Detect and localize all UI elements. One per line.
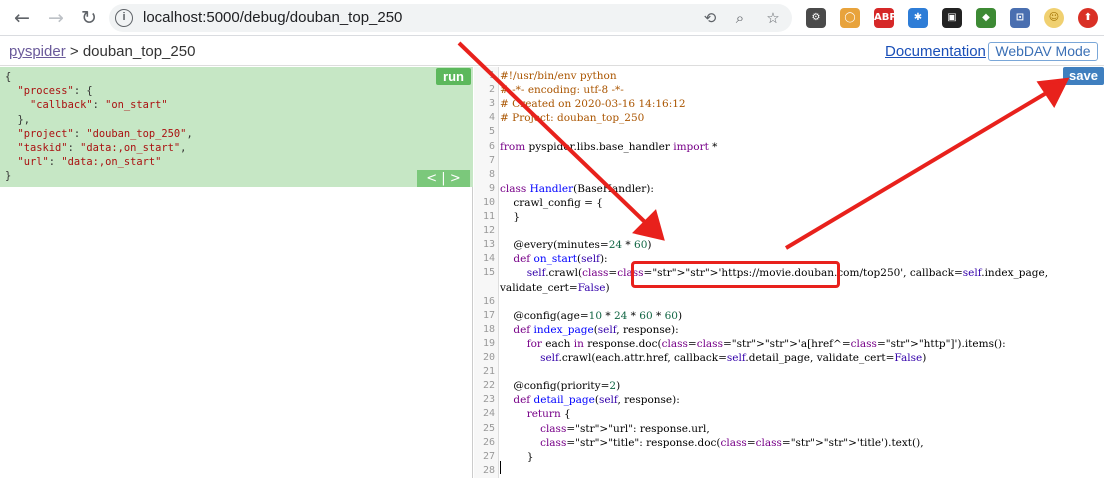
ext-2-icon[interactable]: ◯	[840, 8, 860, 28]
zoom-icon[interactable]: ⌕	[731, 9, 749, 27]
task-json[interactable]: { "process": { "callback": "on_start" },…	[5, 70, 193, 184]
line-number: 13	[482, 239, 495, 251]
forward-icon[interactable]: →	[44, 6, 68, 30]
run-button[interactable]: run	[436, 68, 471, 85]
debug-left-panel: { "process": { "callback": "on_start" },…	[0, 67, 473, 478]
translate-icon[interactable]: ⟲	[701, 9, 719, 27]
line-number: 3	[488, 98, 495, 110]
code-line[interactable]: }	[500, 211, 520, 223]
line-number: 20	[482, 352, 495, 363]
reload-icon[interactable]: ↻	[77, 6, 101, 30]
line-gutter: 1 2 3 4 5 6 7 8 9 10 11 12 13 14 15 16 17 18 19 20 21 22 23 24 2…	[474, 67, 499, 478]
code-line[interactable]: def index_page(self, response):	[500, 324, 678, 336]
line-number: 12	[482, 225, 495, 237]
adblock-icon[interactable]: ABP	[874, 8, 897, 28]
line-number: 28	[482, 464, 495, 476]
line-number: 10	[482, 196, 495, 208]
line-number: 26	[482, 436, 495, 448]
code-line[interactable]: from pyspider.libs.base_handler import *	[500, 141, 717, 153]
back-icon[interactable]: ←	[10, 6, 34, 30]
line-number: 1	[488, 70, 495, 81]
info-icon[interactable]: i	[115, 9, 133, 27]
line-number: 9	[488, 182, 495, 194]
code-line[interactable]: class="str">"title": response.doc(class=…	[500, 437, 924, 449]
line-number: 21	[482, 366, 495, 378]
line-number: 7	[488, 154, 495, 166]
webdav-mode-button[interactable]: WebDAV Mode	[988, 42, 1098, 61]
pyspider-header: pyspider > douban_top_250 Documentation	[0, 37, 1104, 66]
code-line[interactable]: for each in response.doc(class=class="st…	[500, 338, 1006, 350]
update-icon[interactable]: ⬆	[1078, 8, 1098, 28]
ext-1-icon[interactable]: ⚙	[806, 8, 826, 28]
code-line[interactable]: self.crawl(each.attr.href, callback=self…	[500, 352, 926, 364]
line-number: 16	[482, 295, 495, 307]
line-number: 25	[482, 422, 495, 434]
code-line[interactable]: # Project: douban_top_250	[500, 112, 644, 124]
line-number: 8	[488, 168, 495, 180]
line-number: 2	[488, 84, 495, 96]
save-button[interactable]: save	[1063, 67, 1104, 85]
avatar-icon[interactable]: ☺	[1044, 8, 1064, 28]
star-icon[interactable]: ☆	[764, 9, 782, 27]
code-line[interactable]: def on_start(self):	[500, 253, 607, 265]
code-line[interactable]: #!/usr/bin/env python	[500, 70, 617, 82]
task-json-panel[interactable]: { "process": { "callback": "on_start" },…	[0, 67, 473, 187]
code-line[interactable]: return {	[500, 408, 571, 420]
url-highlight-box	[631, 261, 840, 288]
line-number: 14	[482, 253, 495, 265]
pyspider-home-link[interactable]: pyspider	[9, 43, 66, 60]
address-url[interactable]: localhost:5000/debug/douban_top_250	[143, 9, 402, 26]
code-line[interactable]: def detail_page(self, response):	[500, 394, 679, 406]
code-line[interactable]: validate_cert=False)	[500, 282, 610, 294]
documentation-link[interactable]: Documentation	[885, 43, 986, 60]
line-number: 19	[482, 337, 495, 349]
line-number: 17	[482, 309, 495, 321]
line-number: 27	[482, 450, 495, 462]
breadcrumb-separator: >	[69, 43, 79, 60]
line-number: 6	[488, 140, 495, 152]
line-number: 11	[482, 211, 495, 222]
ext-6-icon[interactable]: ◆	[976, 8, 996, 28]
browser-toolbar: ← → ↻ i localhost:5000/debug/douban_top_…	[0, 0, 1104, 36]
line-number: 15	[482, 267, 495, 279]
text-cursor	[500, 461, 501, 474]
code-line[interactable]: class="str">"url": response.url,	[500, 423, 710, 435]
ext-5-icon[interactable]: ▣	[942, 8, 962, 28]
code-line[interactable]: }	[500, 451, 534, 463]
address-bar[interactable]: i localhost:5000/debug/douban_top_250 ⟲ …	[109, 4, 792, 32]
ext-7-icon[interactable]: ⊡	[1010, 8, 1030, 28]
code-line[interactable]: class Handler(BaseHandler):	[500, 183, 654, 195]
line-number: 5	[488, 126, 495, 138]
code-line[interactable]: # Created on 2020-03-16 14:16:12	[500, 98, 686, 110]
line-number: 18	[482, 323, 495, 335]
code-line[interactable]: crawl_config = {	[500, 197, 603, 209]
code-line[interactable]: # -*- encoding: utf-8 -*-	[500, 84, 624, 96]
task-pager[interactable]: < | >	[417, 170, 470, 187]
line-number: 4	[488, 112, 495, 124]
line-number: 22	[482, 380, 495, 392]
code-line[interactable]: @config(priority=2)	[500, 380, 620, 392]
project-name: douban_top_250	[82, 43, 196, 60]
line-number: 23	[482, 394, 495, 406]
line-number: 24	[482, 408, 495, 420]
ext-4-icon[interactable]: ✱	[908, 8, 928, 28]
breadcrumb: pyspider > douban_top_250	[9, 43, 195, 60]
code-line[interactable]: @every(minutes=24 * 60)	[500, 239, 651, 251]
code-line[interactable]: @config(age=10 * 24 * 60 * 60)	[500, 310, 682, 322]
